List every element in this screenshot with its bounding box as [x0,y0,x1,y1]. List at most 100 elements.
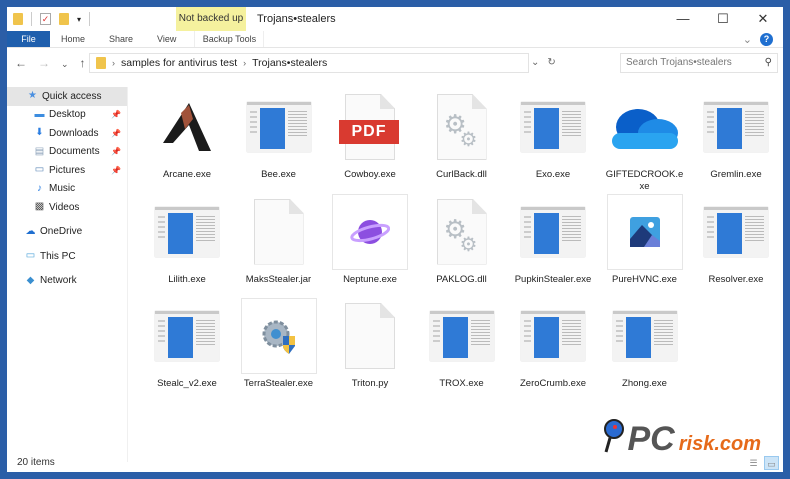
file-item[interactable]: PureHVNC.exe [601,193,689,286]
file-name: Arcane.exe [162,169,212,180]
image-icon [606,193,683,270]
sidebar-item-label: Music [49,183,76,195]
magnifier-logo-icon [603,419,624,453]
explorer-window: ✓ ▾ Not backed up Trojans•stealers — ☐ ✕… [7,7,783,472]
sidebar-item-onedrive[interactable]: ☁ OneDrive [7,223,127,242]
back-button[interactable]: ← [15,56,27,72]
folder-icon [96,57,106,69]
file-item[interactable]: Stealc_v2.exe [143,298,231,390]
new-folder-icon[interactable] [59,13,69,25]
folder-icon [13,13,23,25]
recent-locations-icon[interactable]: ⌄ [61,56,69,72]
file-name: Stealc_v2.exe [157,378,217,389]
file-view: Arcane.exe Bee.exe PDF Cowboy.exe ⚙ ⚙ CurlBack… [128,80,783,462]
onedrive-cloud-icon [607,89,683,165]
computer-icon: ▭ [25,250,36,262]
desktop-icon: ▬ [34,108,45,120]
videos-icon: ▩ [34,201,45,213]
tab-view[interactable]: View [145,31,188,47]
file-item[interactable]: TerraStealer.exe [235,298,323,390]
app-window-icon [515,194,591,270]
app-window-icon [515,298,591,374]
tab-home[interactable]: Home [50,31,97,47]
app-window-icon [149,194,225,270]
file-item[interactable]: ZeroCrumb.exe [509,298,597,390]
document-icon: ▤ [34,145,45,157]
file-item[interactable]: ⚙ ⚙ CurlBack.dll [418,89,506,181]
sidebar-item-pictures[interactable]: ▭ Pictures 📌 [7,161,127,180]
sidebar-item-this-pc[interactable]: ▭ This PC [7,247,127,266]
chevron-right-icon[interactable]: › [112,58,115,68]
forward-button[interactable]: → [38,56,50,72]
chevron-right-icon[interactable]: › [243,58,246,68]
file-item[interactable]: TROX.exe [418,298,506,390]
file-item[interactable]: PDF Cowboy.exe [326,89,414,181]
address-dropdown-icon[interactable]: ⌄ [531,53,539,73]
navigation-pane: ★ Quick access ▬ Desktop 📌 ⬇ Downloads 📌 ▤ Docume… [7,87,128,462]
sidebar-item-label: Pictures [49,164,86,176]
file-item[interactable]: Gremlin.exe [692,89,780,181]
file-item[interactable]: MaksStealer.jar [235,194,323,286]
pin-icon[interactable]: 📌 [111,166,121,175]
details-view-button[interactable]: ☰ [746,456,761,470]
network-icon: ◆ [26,274,35,286]
quick-access-toolbar: ✓ ▾ [13,12,91,26]
address-bar[interactable]: › samples for antivirus test › Trojans•s… [89,53,529,73]
planet-icon [332,193,408,270]
sidebar-item-videos[interactable]: ▩ Videos [7,198,127,217]
file-item[interactable]: Lilith.exe [143,194,231,286]
file-item[interactable]: Triton.py [326,298,414,390]
help-icon[interactable]: ? [760,33,773,46]
properties-icon[interactable]: ✓ [40,13,51,25]
maximize-button[interactable]: ☐ [703,7,743,31]
download-arrow-icon: ⬇ [35,127,44,139]
sidebar-item-desktop[interactable]: ▬ Desktop 📌 [7,106,127,125]
file-item[interactable]: GIFTEDCROOK.exe [601,89,689,193]
file-item[interactable]: Resolver.exe [692,194,780,286]
arcane-logo-icon [149,89,225,165]
file-item[interactable]: Neptune.exe [326,193,414,286]
blank-file-icon [241,194,317,270]
pin-icon[interactable]: 📌 [111,129,121,138]
file-name: TROX.exe [439,378,484,389]
file-item[interactable]: Exo.exe [509,89,597,181]
sidebar-item-documents[interactable]: ▤ Documents 📌 [7,143,127,162]
pin-icon[interactable]: 📌 [111,147,121,156]
sidebar-item-label: Videos [49,201,80,213]
file-name: Lilith.exe [168,273,206,285]
tab-share[interactable]: Share [97,31,145,47]
file-name: GIFTEDCROOK.exe [605,169,684,192]
pictures-icon: ▭ [34,164,45,176]
breadcrumb-segment[interactable]: Trojans•stealers [252,57,327,69]
search-input[interactable]: Search Trojans•stealers ⚲ [620,53,778,73]
file-item[interactable]: Zhong.exe [601,298,689,390]
tab-backup-tools[interactable]: Backup Tools [194,31,265,47]
cloud-icon: ☁ [25,225,36,237]
up-button[interactable]: ↑ [80,56,86,72]
large-icons-view-button[interactable]: ▭ [764,456,779,470]
sidebar-item-quick-access[interactable]: ★ Quick access [7,87,127,106]
minimize-button[interactable]: — [663,7,703,31]
tab-file[interactable]: File [7,31,50,47]
refresh-icon[interactable]: ↻ [547,53,555,73]
file-item[interactable]: ⚙ ⚙ PAKLOG.dll [418,194,506,286]
search-icon: ⚲ [764,57,772,68]
file-item[interactable]: Arcane.exe [143,89,231,181]
sidebar-item-network[interactable]: ◆ Network [7,272,127,291]
sidebar-item-downloads[interactable]: ⬇ Downloads 📌 [7,124,127,143]
title-bar: ✓ ▾ Not backed up Trojans•stealers — ☐ ✕ [7,7,783,31]
divider [31,12,32,26]
close-button[interactable]: ✕ [743,7,783,31]
expand-ribbon-icon[interactable]: ⌄ [743,33,752,46]
breadcrumb-segment[interactable]: samples for antivirus test [121,57,237,69]
file-name: Exo.exe [535,169,571,180]
file-item[interactable]: PupkinStealer.exe [509,194,597,286]
file-name: Zhong.exe [622,378,667,389]
customize-toolbar-dropdown-icon[interactable]: ▾ [77,15,81,24]
sidebar-item-label: Documents [49,146,100,158]
file-item[interactable]: Bee.exe [235,89,323,181]
sidebar-item-music[interactable]: ♪ Music [7,180,127,199]
pin-icon[interactable]: 📌 [111,110,121,119]
app-window-icon [241,89,317,165]
divider [89,12,91,26]
